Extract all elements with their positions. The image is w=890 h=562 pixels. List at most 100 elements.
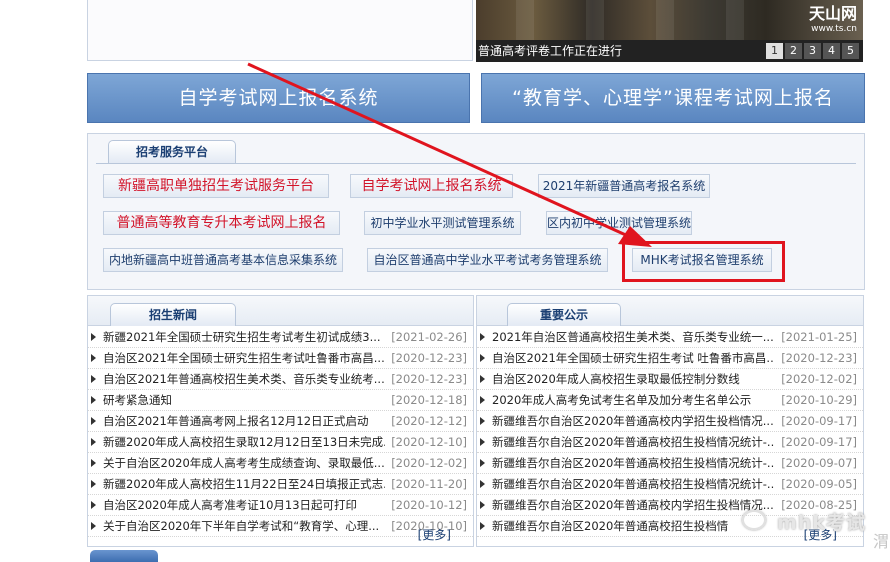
list-item[interactable]: 新疆2020年成人高校招生录取12月12日至13日未完成... [2020-12-…	[88, 432, 473, 453]
notice-title[interactable]: 新疆维吾尔自治区2020年普通高校内学招生投档情况...	[492, 495, 774, 515]
slideshow-image[interactable]: 天山网 www.ts.cn	[476, 0, 863, 40]
watermark-text: mhk考试	[777, 512, 866, 534]
slideshow-page-4[interactable]: 4	[823, 43, 840, 59]
list-item[interactable]: 自治区2021年全国硕士研究生招生考试 吐鲁番市高昌... [2020-12-23…	[477, 348, 863, 369]
notice-date: [2020-12-23]	[781, 351, 857, 365]
list-item[interactable]: 自治区2020年成人高校招生录取最低控制分数线 [2020-12-02]	[477, 369, 863, 390]
notice-title[interactable]: 新疆维吾尔自治区2020年普通高校内学招生投档情况...	[492, 411, 774, 431]
slideshow-page-5[interactable]: 5	[842, 43, 859, 59]
news-title[interactable]: 自治区2020年成人高考准考证10月13日起可打印	[103, 495, 385, 515]
slideshow-page-1[interactable]: 1	[766, 43, 783, 59]
news-title[interactable]: 自治区2021年全国硕士研究生招生考试吐鲁番市高昌...	[103, 348, 385, 368]
news-list: 新疆2021年全国硕士研究生招生考试考生初试成绩3... [2021-02-26]…	[88, 327, 473, 537]
bullet-arrow-icon	[91, 438, 96, 446]
highlight-box	[622, 241, 785, 282]
notice-title[interactable]: 新疆维吾尔自治区2020年普通高校招生投档情	[492, 516, 774, 536]
tianshan-logo: 天山网 www.ts.cn	[808, 4, 857, 34]
bullet-arrow-icon	[480, 522, 485, 530]
notice-title[interactable]: 自治区2020年成人高校招生录取最低控制分数线	[492, 369, 774, 389]
bullet-arrow-icon	[91, 417, 96, 425]
bullet-arrow-icon	[480, 438, 485, 446]
self-exam-registration-button[interactable]: 自学考试网上报名系统	[350, 174, 513, 198]
news-date: [2020-10-12]	[391, 498, 467, 512]
notice-date: [2020-09-05]	[781, 477, 857, 491]
news-date: [2020-12-10]	[391, 435, 467, 449]
proficiency-exam-affairs-button[interactable]: 自治区普通高中学业水平考试考务管理系统	[367, 248, 608, 272]
slideshow-page-3[interactable]: 3	[804, 43, 821, 59]
news-title[interactable]: 研考紧急通知	[103, 390, 385, 410]
slideshow-page-2[interactable]: 2	[785, 43, 802, 59]
notice-date: [2021-01-25]	[781, 330, 857, 344]
bullet-arrow-icon	[91, 354, 96, 362]
junior-proficiency-system-button[interactable]: 初中学业水平测试管理系统	[364, 211, 521, 235]
news-more-link[interactable]: [更多]	[418, 526, 451, 543]
news-date: [2020-12-02]	[391, 456, 467, 470]
slideshow-pager: 1 2 3 4 5	[766, 43, 859, 59]
divider	[96, 163, 856, 164]
wechat-icon	[742, 510, 766, 530]
admission-news-panel: 招生新闻 新疆2021年全国硕士研究生招生考试考生初试成绩3... [2021-0…	[87, 295, 474, 547]
list-item[interactable]: 2021年自治区普通高校招生美术类、音乐类专业统一... [2021-01-25]	[477, 327, 863, 348]
list-item[interactable]: 自治区2021年全国硕士研究生招生考试吐鲁番市高昌... [2020-12-23]	[88, 348, 473, 369]
notice-title[interactable]: 自治区2021年全国硕士研究生招生考试 吐鲁番市高昌...	[492, 348, 774, 368]
list-item[interactable]: 新疆维吾尔自治区2020年普通高校招生投档情况统计-... [2020-09-17…	[477, 432, 863, 453]
admission-news-tab[interactable]: 招生新闻	[110, 303, 236, 326]
news-title[interactable]: 关于自治区2020年成人高考考生成绩查询、录取最低...	[103, 453, 385, 473]
regional-junior-test-button[interactable]: 区内初中学业测试管理系统	[546, 211, 692, 235]
course-exam-banner[interactable]: “教育学、心理学”课程考试网上报名	[481, 73, 865, 123]
list-item[interactable]: 自治区2021年普通高考网上报名12月12日正式启动 [2020-12-12]	[88, 411, 473, 432]
vocational-exam-platform-button[interactable]: 新疆高职单独招生考试服务平台	[103, 174, 329, 198]
notice-title[interactable]: 新疆维吾尔自治区2020年普通高校招生投档情况统计-...	[492, 453, 774, 473]
list-item[interactable]: 研考紧急通知 [2020-12-18]	[88, 390, 473, 411]
inland-class-info-button[interactable]: 内地新疆高中班普通高考基本信息采集系统	[103, 248, 343, 272]
list-item[interactable]: 新疆维吾尔自治区2020年普通高校招生投档情况统计-... [2020-09-07…	[477, 453, 863, 474]
list-item[interactable]: 新疆维吾尔自治区2020年普通高校内学招生投档情况... [2020-09-17]	[477, 411, 863, 432]
bullet-arrow-icon	[480, 480, 485, 488]
list-item[interactable]: 自治区2020年成人高考准考证10月13日起可打印 [2020-10-12]	[88, 495, 473, 516]
news-title[interactable]: 新疆2021年全国硕士研究生招生考试考生初试成绩3...	[103, 327, 385, 347]
notice-list: 2021年自治区普通高校招生美术类、音乐类专业统一... [2021-01-25]…	[477, 327, 863, 537]
bullet-arrow-icon	[91, 522, 96, 530]
news-slideshow[interactable]: 天山网 www.ts.cn 普通高考评卷工作正在进行 1 2 3 4 5	[476, 0, 863, 62]
news-title[interactable]: 自治区2021年普通高校招生美术类、音乐类专业统考...	[103, 369, 385, 389]
news-date: [2020-11-20]	[391, 477, 467, 491]
bullet-arrow-icon	[480, 354, 485, 362]
news-title[interactable]: 关于自治区2020年下半年自学考试和“教育学、心理...	[103, 516, 385, 536]
news-title[interactable]: 新疆2020年成人高校招生录取12月12日至13日未完成...	[103, 432, 385, 452]
list-item[interactable]: 关于自治区2020年成人高考考生成绩查询、录取最低... [2020-12-02]	[88, 453, 473, 474]
bottom-section-tab[interactable]	[90, 550, 158, 562]
bullet-arrow-icon	[480, 417, 485, 425]
notice-date: [2020-12-02]	[781, 372, 857, 386]
notice-title[interactable]: 新疆维吾尔自治区2020年普通高校招生投档情况统计-...	[492, 432, 774, 452]
notice-date: [2020-09-07]	[781, 456, 857, 470]
important-notices-tab[interactable]: 重要公示	[507, 303, 621, 326]
upgrade-exam-registration-button[interactable]: 普通高等教育专升本考试网上报名	[103, 211, 340, 235]
list-item[interactable]: 新疆维吾尔自治区2020年普通高校招生投档情况统计-... [2020-09-05…	[477, 474, 863, 495]
bullet-arrow-icon	[91, 375, 96, 383]
bullet-arrow-icon	[91, 480, 96, 488]
bullet-arrow-icon	[91, 501, 96, 509]
service-platform-tab[interactable]: 招考服务平台	[108, 140, 236, 163]
list-item[interactable]: 自治区2021年普通高校招生美术类、音乐类专业统考... [2020-12-23]	[88, 369, 473, 390]
list-item[interactable]: 新疆2020年成人高校招生11月22日至24日填报正式志... [2020-11-…	[88, 474, 473, 495]
gaokao-registration-button[interactable]: 2021年新疆普通高考报名系统	[538, 174, 710, 198]
list-item[interactable]: 关于自治区2020年下半年自学考试和“教育学、心理... [2020-10-10]	[88, 516, 473, 537]
news-date: [2020-12-23]	[391, 351, 467, 365]
watermark-side-char: 渭	[873, 532, 890, 551]
bullet-arrow-icon	[480, 396, 485, 404]
notice-date: [2020-09-17]	[781, 435, 857, 449]
notice-title[interactable]: 新疆维吾尔自治区2020年普通高校招生投档情况统计-...	[492, 474, 774, 494]
news-title[interactable]: 自治区2021年普通高考网上报名12月12日正式启动	[103, 411, 385, 431]
panel-header: 招生新闻	[88, 296, 473, 326]
bullet-arrow-icon	[480, 501, 485, 509]
self-exam-banner[interactable]: 自学考试网上报名系统	[87, 73, 470, 123]
news-date: [2020-12-23]	[391, 372, 467, 386]
bullet-arrow-icon	[480, 375, 485, 383]
notice-title[interactable]: 2020年成人高考免试考生名单及加分考生名单公示	[492, 390, 774, 410]
bullet-arrow-icon	[480, 333, 485, 341]
list-item[interactable]: 新疆2021年全国硕士研究生招生考试考生初试成绩3... [2021-02-26]	[88, 327, 473, 348]
list-item[interactable]: 2020年成人高考免试考生名单及加分考生名单公示 [2020-10-29]	[477, 390, 863, 411]
news-title[interactable]: 新疆2020年成人高校招生11月22日至24日填报正式志...	[103, 474, 385, 494]
notice-title[interactable]: 2021年自治区普通高校招生美术类、音乐类专业统一...	[492, 327, 774, 347]
news-date: [2021-02-26]	[391, 330, 467, 344]
